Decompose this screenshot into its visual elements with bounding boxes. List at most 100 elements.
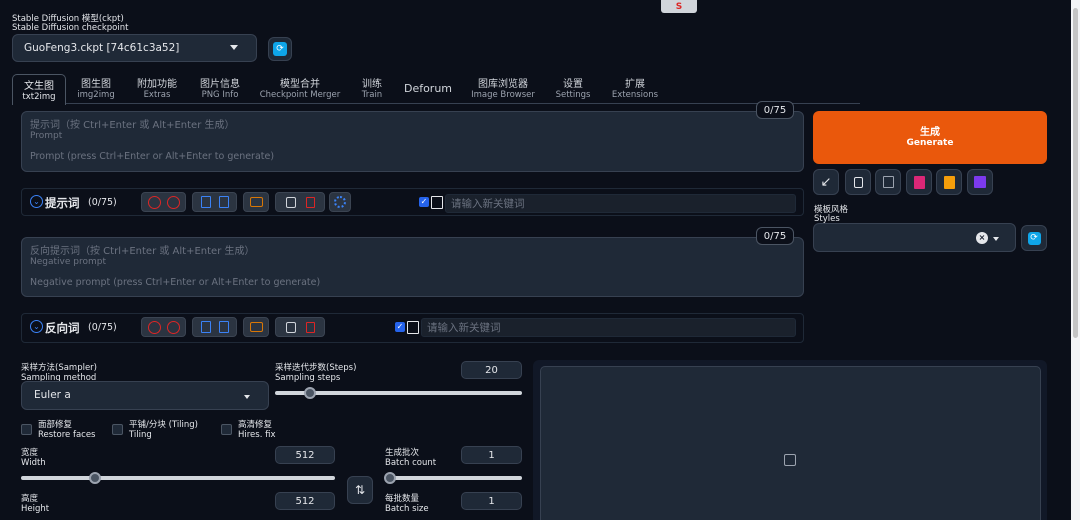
batch-count-input[interactable]: 1 [461,446,522,464]
translate-icon [249,197,263,207]
restore-faces-label-en: Restore faces [38,429,96,440]
tab-label-cn: Deforum [403,82,453,95]
tiling-checkbox[interactable] [112,424,123,435]
tab-settings[interactable]: 设置 Settings [552,80,594,104]
tab-checkpoint-merger[interactable]: 模型合并 Checkpoint Merger [256,80,344,104]
scrollbar-thumb[interactable] [1073,8,1078,338]
random-icon[interactable] [147,320,161,334]
chevron-down-icon [244,395,250,399]
batch-size-input[interactable]: 1 [461,492,522,510]
batch-count-label-en: Batch count [385,457,437,468]
badge-letter: S [675,1,683,12]
trash-can-icon [882,176,894,188]
swap-dimensions-button[interactable]: ⇅ [347,476,373,504]
negative-label-en: Negative prompt [30,257,106,267]
tab-img2img[interactable]: 图生图 img2img [72,80,120,104]
refresh-styles-button[interactable]: ⟳ [1021,225,1047,251]
tab-label-cn: 模型合并 [280,79,320,90]
chevron-down-icon [993,237,999,241]
save-style-button[interactable] [967,169,993,195]
batch-size-label-en: Batch size [385,503,429,514]
tab-label-cn: 附加功能 [137,79,177,90]
prompt-copy-delete-group [275,192,325,212]
tab-deforum[interactable]: Deforum [402,82,454,108]
prompt-settings-button[interactable] [329,192,351,212]
negative-copy-delete-group [275,317,325,337]
hires-fix-label-en: Hires. fix [238,429,276,440]
tab-label-en: img2img [77,90,115,100]
import-icon[interactable] [200,196,211,208]
clear-icon[interactable]: × [976,232,988,244]
sampler-select[interactable]: Euler a [21,381,269,410]
extra-networks-button[interactable] [906,169,932,195]
tab-label-en: Extensions [611,90,659,100]
apply-style-button[interactable] [936,169,962,195]
bookmark-icon[interactable] [218,321,229,333]
floppy-disk-icon [974,176,986,188]
negative-blue-button-group [192,317,237,337]
hires-fix-checkbox[interactable] [221,424,232,435]
output-gallery[interactable] [540,366,1041,520]
refresh-icon: ⟳ [1027,231,1041,245]
prompt-label-en: Prompt [30,131,63,141]
translate-button[interactable] [243,192,269,212]
clear-button[interactable] [845,169,871,195]
tab-image-browser[interactable]: 图库浏览器 Image Browser [470,80,536,104]
prompt-label-cn: 提示词（按 Ctrl+Enter 或 Alt+Enter 生成） [30,120,235,131]
width-slider-thumb[interactable] [89,472,101,484]
bookmark-icon[interactable] [218,196,229,208]
keyword-checkbox[interactable]: ✓ [419,197,429,207]
steps-slider-thumb[interactable] [304,387,316,399]
copy-icon[interactable] [285,321,296,333]
collapse-icon[interactable]: ⌄ [30,195,43,208]
batch-count-slider-track[interactable] [385,476,522,480]
prompt-placeholder: Prompt (press Ctrl+Enter or Alt+Enter to… [30,151,275,162]
translate-icon [249,322,263,332]
generate-label-en: Generate [906,138,954,148]
negative-keyword-checkbox[interactable]: ✓ [395,322,405,332]
steps-input[interactable]: 20 [461,361,522,379]
tab-png-info[interactable]: 图片信息 PNG Info [192,80,248,104]
trash-icon[interactable] [305,196,315,208]
tab-label-cn: 训练 [362,79,382,90]
import-icon[interactable] [200,321,211,333]
trash-icon[interactable] [305,321,315,333]
tab-extras[interactable]: 附加功能 Extras [129,80,185,104]
prompt-toolbar-count: (0/75) [88,197,117,208]
tab-txt2img[interactable]: 文生图 txt2img [12,74,66,105]
collapse-icon[interactable]: ⌄ [30,320,43,333]
prompt-blue-button-group [192,192,237,212]
generate-button[interactable]: 生成 Generate [813,111,1047,164]
prompt-red-button-group [141,192,186,212]
clipboard-icon [943,175,955,189]
read-params-button[interactable]: ↙ [813,169,839,195]
keyword-placeholder: 请输入新关键词 [451,198,525,210]
model-label-en: Stable Diffusion checkpoint [12,23,129,33]
width-slider-track[interactable] [21,476,335,480]
height-input[interactable]: 512 [275,492,335,510]
copy-icon[interactable] [285,196,296,208]
random-icon[interactable] [147,195,161,209]
width-input[interactable]: 512 [275,446,335,464]
batch-count-slider-thumb[interactable] [384,472,396,484]
restore-faces-checkbox[interactable] [21,424,32,435]
image-placeholder-icon [784,454,796,466]
refresh-icon: ⟳ [273,42,287,56]
tab-label-en: Extras [143,90,171,100]
tab-train[interactable]: 训练 Train [355,80,389,104]
negative-keyword-input[interactable]: 请输入新关键词 [421,318,796,337]
tab-label-cn: 扩展 [625,79,645,90]
tab-extensions[interactable]: 扩展 Extensions [608,80,662,104]
negative-token-counter: 0/75 [756,227,794,245]
top-badge: S [661,0,697,13]
prompt-textarea[interactable]: 提示词（按 Ctrl+Enter 或 Alt+Enter 生成） Prompt … [21,111,804,172]
refresh-model-button[interactable]: ⟳ [268,37,292,61]
model-select[interactable]: GuoFeng3.ckpt [74c61c3a52] [12,34,257,62]
delete-style-button[interactable] [875,169,901,195]
keyword-input[interactable]: 请输入新关键词 [445,194,796,213]
gear-red-icon[interactable] [166,320,180,334]
gear-red-icon[interactable] [166,195,180,209]
negative-prompt-textarea[interactable]: 反向提示词（按 Ctrl+Enter 或 Alt+Enter 生成） Negat… [21,237,804,297]
translate-button[interactable] [243,317,269,337]
styles-select[interactable]: × [813,223,1016,252]
